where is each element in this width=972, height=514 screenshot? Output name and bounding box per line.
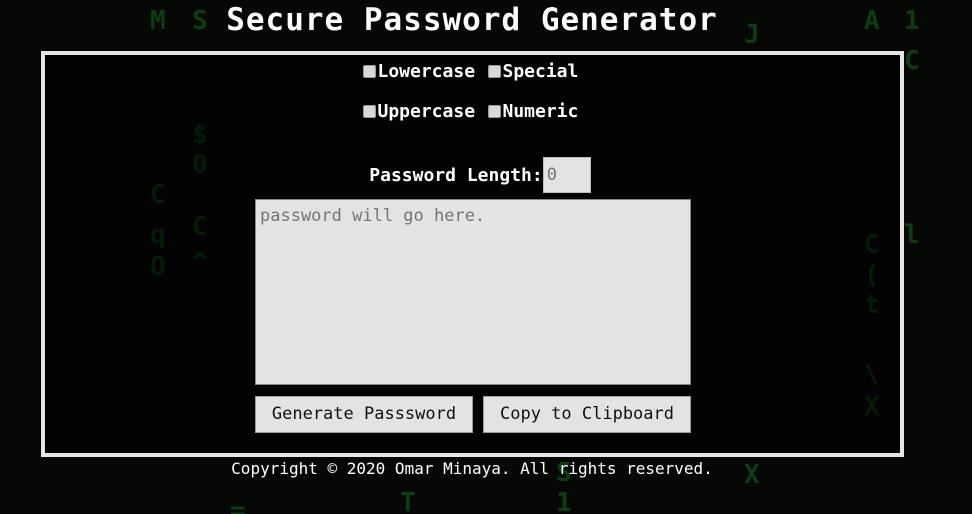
uppercase-label: Uppercase [377,101,476,122]
options-row-2: Uppercase Numeric [45,101,900,122]
numeric-checkbox[interactable] [487,105,501,118]
generate-password-button[interactable]: Generate Passsword [255,396,473,433]
lowercase-label: Lowercase [377,61,476,82]
uppercase-option[interactable]: Uppercase [362,101,478,122]
numeric-option[interactable]: Numeric [487,101,583,122]
page-title: Secure Password Generator [226,2,718,38]
special-option[interactable]: Special [487,61,583,82]
special-checkbox[interactable] [487,65,501,78]
generator-panel: Lowercase Special Uppercase Numeric Pass… [41,51,904,457]
length-row: Password Length: [45,157,900,193]
password-output[interactable] [255,199,691,385]
lowercase-checkbox[interactable] [362,65,376,78]
length-input[interactable] [542,157,591,193]
copyright-footer: Copyright © 2020 Omar Minaya. All rights… [231,459,713,478]
length-label: Password Length: [369,164,543,186]
copy-to-clipboard-button[interactable]: Copy to Clipboard [483,396,691,433]
page: M S C q O $ 0 C ^ 0 M 8 e g o ( e r 3 ^ … [0,0,972,514]
options-row-1: Lowercase Special [45,61,900,82]
numeric-label: Numeric [502,101,579,122]
uppercase-checkbox[interactable] [362,105,376,118]
special-label: Special [502,61,579,82]
lowercase-option[interactable]: Lowercase [362,61,478,82]
